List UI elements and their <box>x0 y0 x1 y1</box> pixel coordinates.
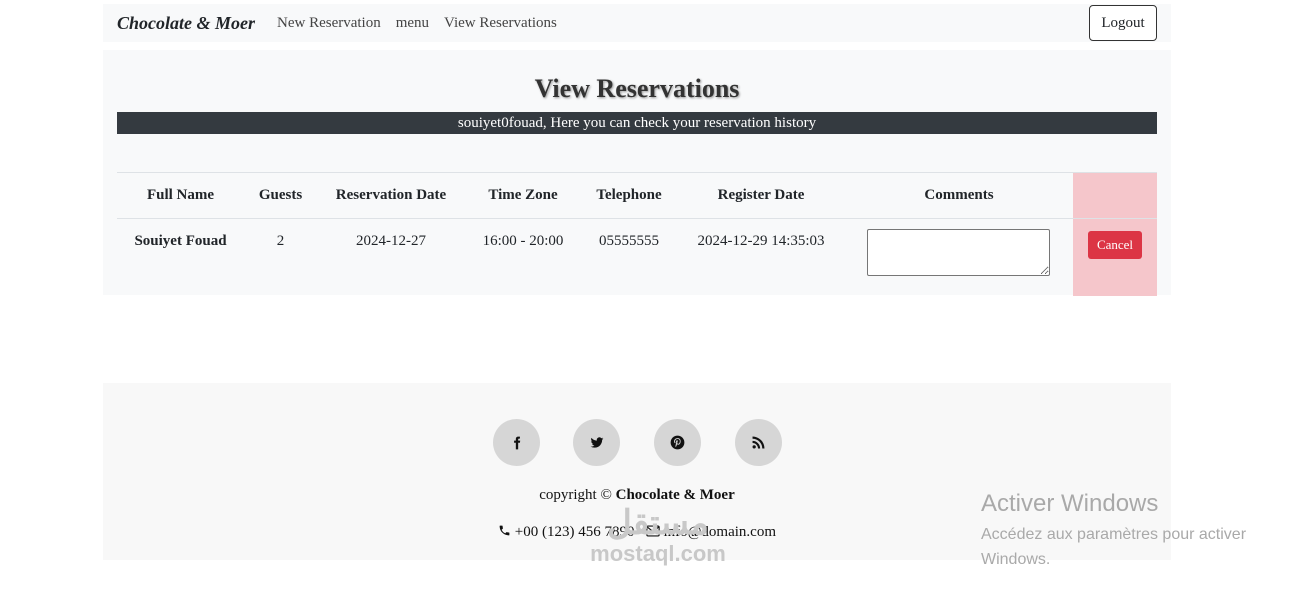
nav-link-view-reservations[interactable]: View Reservations <box>444 15 557 32</box>
copyright-prefix: copyright © <box>539 487 612 503</box>
header-time-zone: Time Zone <box>488 187 558 203</box>
windows-activation-subtitle: Accédez aux paramètres pour activer Wind… <box>981 526 1247 568</box>
header-telephone: Telephone <box>596 187 662 203</box>
reservations-panel: View Reservations souiyet0fouad, Here yo… <box>103 50 1171 296</box>
mostaql-watermark-arabic: مستقل <box>607 504 709 542</box>
cell-reservation-date: 2024-12-27 <box>356 233 426 249</box>
windows-activation-title: Activer Windows <box>981 490 1159 517</box>
copyright-brand: Chocolate & Moer <box>615 487 735 503</box>
nav-links: New Reservation menu View Reservations <box>277 15 572 32</box>
navbar: Chocolate & Moer New Reservation menu Vi… <box>103 4 1171 42</box>
mostaql-watermark-url: mostaql.com <box>590 541 726 566</box>
cell-register-date: 2024-12-29 14:35:03 <box>697 233 825 249</box>
cell-time-zone: 16:00 - 20:00 <box>482 233 564 249</box>
twitter-icon[interactable] <box>573 419 620 466</box>
header-reservation-date: Reservation Date <box>335 187 447 203</box>
header-register-date: Register Date <box>717 187 805 203</box>
comments-textarea[interactable] <box>867 229 1050 276</box>
cell-telephone: 05555555 <box>599 233 659 249</box>
nav-link-menu[interactable]: menu <box>396 15 429 32</box>
cell-guests: 2 <box>276 233 285 249</box>
table-row: Souiyet Fouad 2 2024-12-27 16:00 - 20:00… <box>117 219 1157 296</box>
reservations-table: Cancel Full Name Guests Reservation Date… <box>117 172 1157 296</box>
mostaql-watermark: مستقل mostaql.com <box>578 505 738 567</box>
table-header-row: Full Name Guests Reservation Date Time Z… <box>117 173 1157 219</box>
nav-link-new-reservation[interactable]: New Reservation <box>277 15 381 32</box>
page-title: View Reservations <box>534 74 740 103</box>
facebook-icon[interactable] <box>493 419 540 466</box>
brand-logo[interactable]: Chocolate & Moer <box>117 13 255 34</box>
cell-full-name: Souiyet Fouad <box>134 233 227 249</box>
pinterest-icon[interactable] <box>654 419 701 466</box>
header-full-name: Full Name <box>146 187 215 203</box>
subtitle-banner: souiyet0fouad, Here you can check your r… <box>117 112 1157 134</box>
logout-button[interactable]: Logout <box>1089 5 1157 41</box>
header-guests: Guests <box>258 187 303 203</box>
phone-icon <box>498 524 515 540</box>
windows-activation-watermark: Activer Windows Accédez aux paramètres p… <box>981 490 1291 572</box>
rss-icon[interactable] <box>735 419 782 466</box>
header-comments: Comments <box>924 187 994 203</box>
